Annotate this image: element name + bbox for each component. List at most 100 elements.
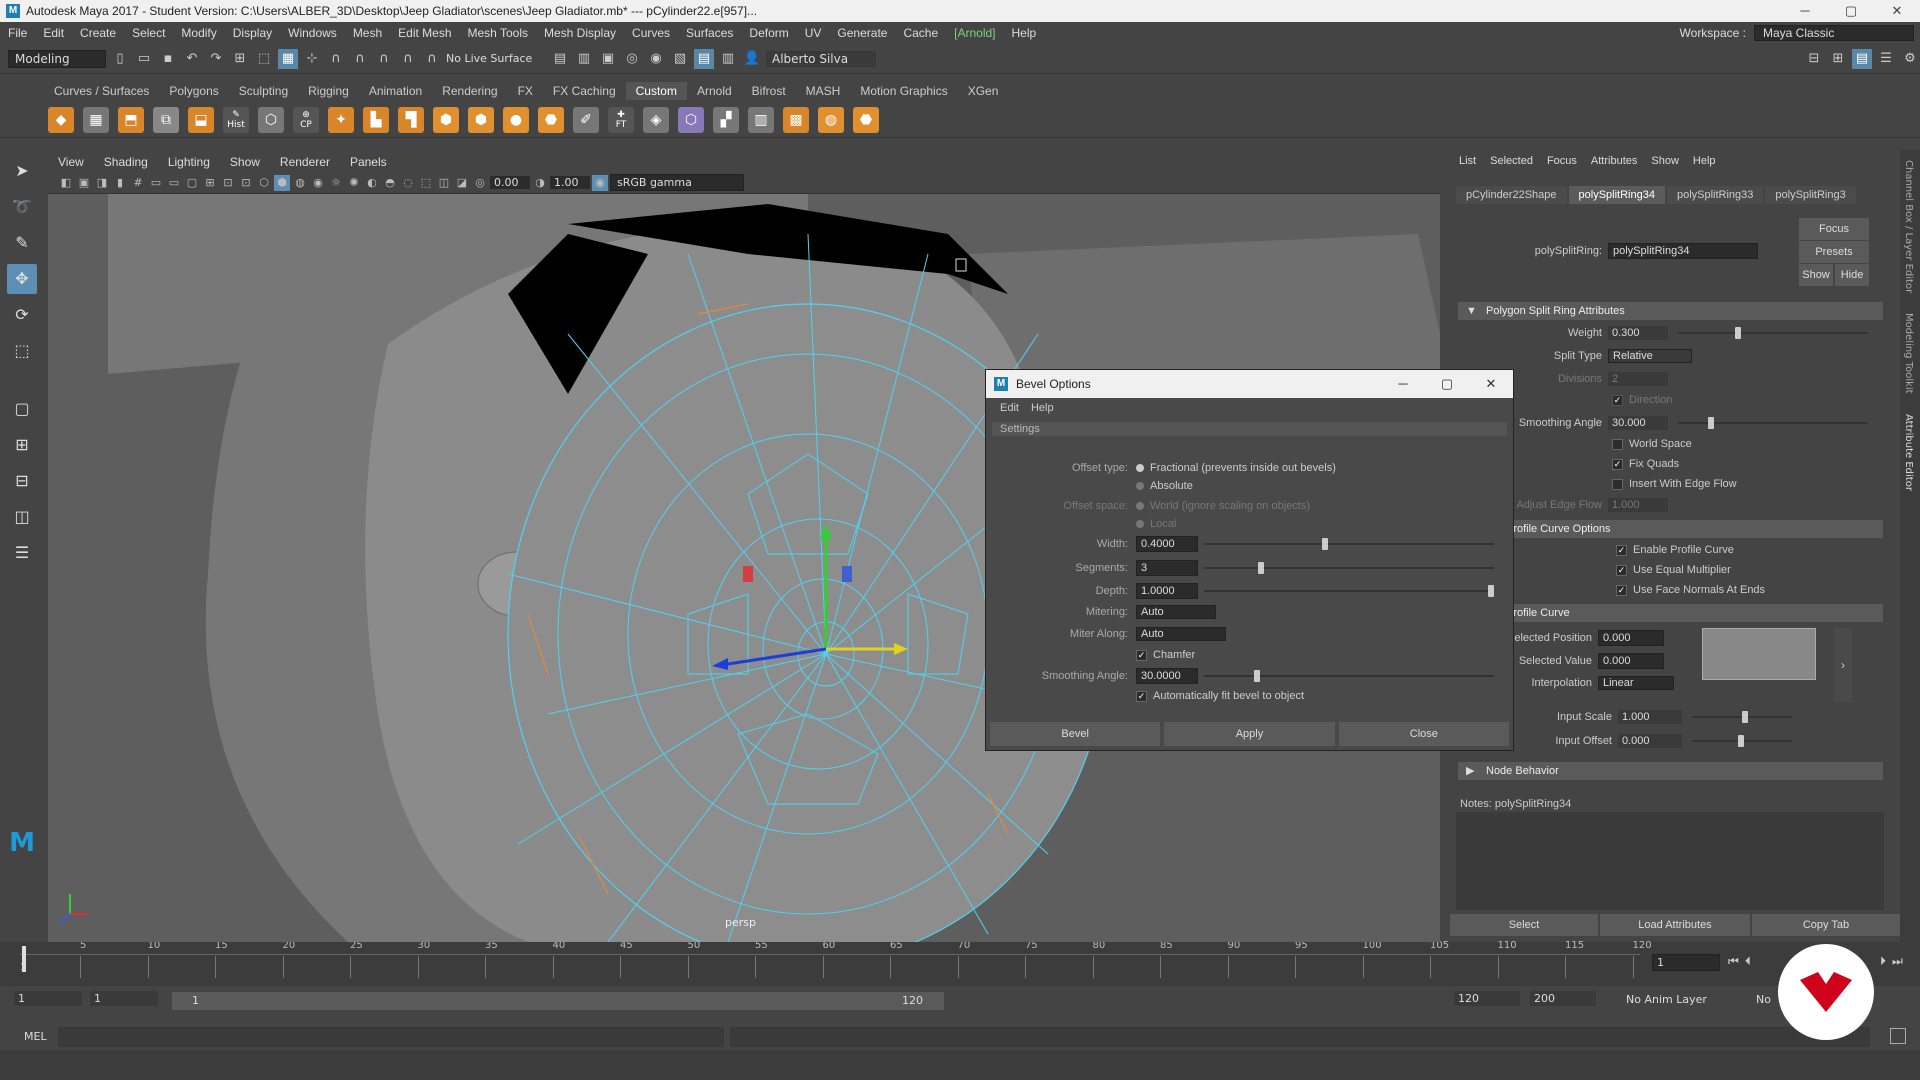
shelf-mirror-icon[interactable]: ▥: [748, 106, 774, 133]
viewport-menu-lighting[interactable]: Lighting: [158, 155, 220, 169]
range-slider[interactable]: 1 120: [172, 992, 944, 1010]
viewport-menu-panels[interactable]: Panels: [340, 155, 397, 169]
select-component-icon[interactable]: ▦: [278, 48, 298, 69]
menu-modify[interactable]: Modify: [173, 26, 224, 40]
step-back-icon[interactable]: ⏴: [1745, 954, 1751, 969]
depth-slider[interactable]: [1204, 585, 1494, 597]
menu-generate[interactable]: Generate: [829, 26, 895, 40]
textured-icon[interactable]: ◉: [310, 175, 326, 191]
persp-graph-layout-icon[interactable]: ◫: [7, 502, 37, 532]
tab-animation[interactable]: Animation: [359, 82, 432, 100]
ae-select-button[interactable]: Select: [1450, 914, 1598, 936]
new-scene-icon[interactable]: ▯: [110, 49, 130, 69]
menu-uv[interactable]: UV: [797, 26, 830, 40]
close-button[interactable]: ✕: [1874, 0, 1920, 22]
side-tab-channel-box[interactable]: Channel Box / Layer Editor: [1903, 160, 1914, 293]
tab-sculpting[interactable]: Sculpting: [229, 82, 298, 100]
workspace-dropdown[interactable]: Maya Classic: [1754, 25, 1914, 41]
ae-section-node-behavior[interactable]: ▶ Node Behavior: [1458, 762, 1883, 780]
ae-tab-polysplitring33[interactable]: polySplitRing33: [1666, 186, 1764, 204]
menu-display[interactable]: Display: [225, 26, 280, 40]
width-slider-knob[interactable]: [1322, 538, 1328, 550]
menu-edit[interactable]: Edit: [35, 26, 72, 40]
shelf-cube2-icon[interactable]: ⬢: [468, 106, 494, 133]
go-to-start-icon[interactable]: ⏮: [1728, 954, 1739, 969]
select-tool-icon[interactable]: ➤: [7, 156, 37, 186]
shelf-poly-tool-icon[interactable]: ◆: [48, 106, 74, 133]
ae-split-type-dropdown[interactable]: Relative: [1608, 349, 1692, 363]
colorspace-dropdown[interactable]: sRGB gamma: [610, 174, 744, 191]
snap-surface-icon[interactable]: ∩: [398, 49, 418, 69]
tab-arnold[interactable]: Arnold: [687, 82, 742, 100]
motion-blur-icon[interactable]: ◓: [382, 175, 398, 191]
ae-input-offset-slider[interactable]: [1692, 735, 1792, 747]
shelf-freeze-transform-icon[interactable]: ✚ FT: [608, 106, 634, 133]
layout-3-icon[interactable]: ▤: [1852, 48, 1872, 69]
dialog-menu-edit[interactable]: Edit: [994, 402, 1025, 414]
viewport-menu-show[interactable]: Show: [220, 155, 270, 169]
safe-title-icon[interactable]: ⊡: [238, 175, 254, 191]
dialog-close-button[interactable]: ✕: [1469, 370, 1513, 398]
viewport-menu-shading[interactable]: Shading: [94, 155, 158, 169]
dialog-menu-help[interactable]: Help: [1025, 402, 1060, 414]
camera-icon[interactable]: ▣: [76, 175, 92, 191]
shelf-grid-icon[interactable]: ▦: [83, 106, 109, 133]
menu-mesh[interactable]: Mesh: [345, 26, 390, 40]
lights-icon[interactable]: ☼: [328, 175, 344, 191]
tab-motion-graphics[interactable]: Motion Graphics: [850, 82, 957, 100]
ae-weight-slider[interactable]: [1678, 327, 1868, 339]
paint-select-icon[interactable]: ✎: [7, 228, 37, 258]
playback-end-field[interactable]: 120: [1454, 991, 1520, 1006]
shelf-sphere-icon[interactable]: ●: [503, 106, 529, 133]
settings-frame-header[interactable]: Settings: [992, 422, 1507, 436]
snap-curve-icon[interactable]: ∩: [326, 49, 346, 69]
shelf-box-icon[interactable]: ⬢: [433, 106, 459, 133]
miter-along-dropdown[interactable]: Auto: [1136, 627, 1226, 641]
offset-type-absolute-radio[interactable]: [1136, 482, 1144, 490]
ae-enable-profile-checkbox[interactable]: ✓: [1616, 544, 1627, 556]
ae-menu-help[interactable]: Help: [1686, 155, 1723, 167]
ae-tab-polysplitring34[interactable]: polySplitRing34: [1568, 186, 1665, 204]
ae-presets-button[interactable]: Presets: [1799, 241, 1869, 263]
anim-layer-dropdown[interactable]: No Anim Layer: [1626, 993, 1736, 1006]
gamma-field[interactable]: 1.00: [550, 176, 590, 189]
layout-icon[interactable]: ⊟: [1804, 49, 1824, 69]
segments-slider[interactable]: [1204, 562, 1494, 574]
tab-curves-surfaces[interactable]: Curves / Surfaces: [44, 82, 159, 100]
shelf-merge-icon[interactable]: ⬡: [258, 106, 284, 133]
side-tab-attribute-editor[interactable]: Attribute Editor: [1903, 414, 1914, 491]
ae-smoothing-slider-knob[interactable]: [1708, 417, 1714, 429]
menu-curves[interactable]: Curves: [624, 26, 678, 40]
shelf-split-icon[interactable]: ⧉: [153, 106, 179, 133]
ae-input-scale-slider-knob[interactable]: [1742, 711, 1748, 723]
smooth-shade-icon[interactable]: ⬢: [274, 174, 290, 191]
toggle-attribute-editor-icon[interactable]: ▤: [694, 48, 714, 69]
shelf-cylinder-icon[interactable]: ⬣: [538, 106, 564, 133]
rotate-tool-icon[interactable]: ⟳: [7, 300, 37, 330]
snap-grid-icon[interactable]: ⊹: [302, 49, 322, 69]
ae-profile-expand-icon[interactable]: ›: [1834, 628, 1852, 702]
menu-mesh-display[interactable]: Mesh Display: [536, 26, 624, 40]
snap-point-icon[interactable]: ∩: [350, 49, 370, 69]
shelf-extrude-icon[interactable]: ⬒: [118, 106, 144, 133]
layout-4-icon[interactable]: ☰: [1876, 49, 1896, 69]
anim-start-field[interactable]: 1: [14, 991, 82, 1006]
ae-notes-field[interactable]: [1456, 812, 1884, 910]
menu-select[interactable]: Select: [124, 26, 173, 40]
ae-face-normals-checkbox[interactable]: ✓: [1616, 584, 1627, 596]
shelf-pivot-icon[interactable]: ✦: [328, 106, 354, 133]
undo-icon[interactable]: ↶: [182, 49, 202, 69]
minimize-button[interactable]: ─: [1782, 0, 1828, 22]
tab-mash[interactable]: MASH: [796, 82, 851, 100]
segments-slider-knob[interactable]: [1258, 562, 1264, 574]
ae-node-field[interactable]: polySplitRing34: [1608, 243, 1758, 259]
ae-section-profile-curve[interactable]: ▼Profile Curve: [1478, 604, 1883, 622]
ae-tab-polysplitring3x[interactable]: polySplitRing3: [1765, 186, 1856, 204]
ae-focus-button[interactable]: Focus: [1799, 218, 1869, 240]
ae-load-attributes-button[interactable]: Load Attributes: [1600, 914, 1750, 936]
shelf-blocks-icon[interactable]: ▞: [713, 106, 739, 133]
ae-menu-attributes[interactable]: Attributes: [1584, 155, 1644, 167]
live-surface-icon[interactable]: ∩: [422, 49, 442, 69]
ae-profile-curve-graph[interactable]: [1702, 628, 1816, 680]
shelf-bridge-icon[interactable]: ⬓: [188, 106, 214, 133]
